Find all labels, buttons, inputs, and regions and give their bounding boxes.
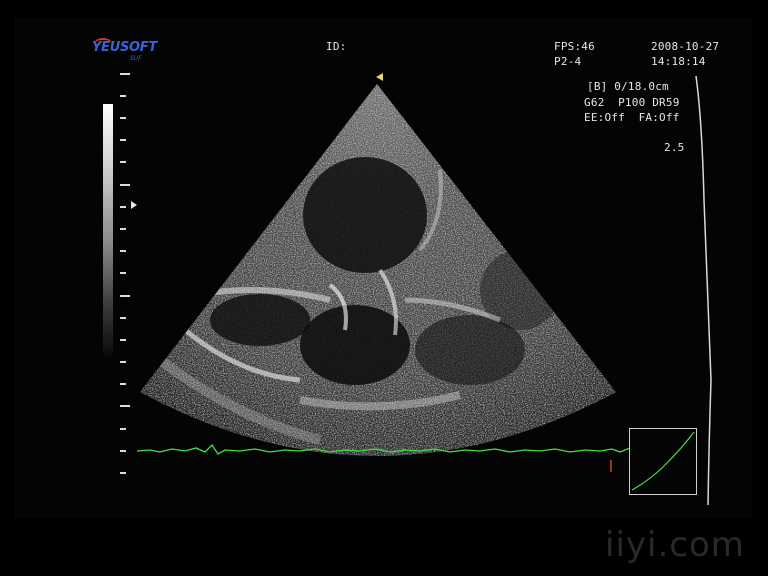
depth-tick [120, 317, 126, 319]
depth-tick [120, 250, 126, 252]
fps-readout: FPS:46 [554, 40, 595, 53]
exam-date: 2008-10-27 [651, 40, 720, 53]
gain-power-dr-readout: G62 P100 DR59 [584, 96, 680, 109]
depth-tick [120, 339, 126, 341]
patient-id-label: ID: [326, 40, 347, 53]
depth-tick [120, 184, 130, 186]
depth-tick [120, 383, 126, 385]
grayscale-bar [103, 104, 113, 356]
depth-tick [120, 295, 130, 297]
depth-tick [120, 117, 126, 119]
gray-map-box [629, 428, 697, 495]
exam-time: 14:18:14 [651, 55, 706, 68]
depth-tick [120, 139, 126, 141]
mode-depth-readout: [B] 0/18.0cm [587, 80, 669, 93]
focus-value: 2.5 [664, 141, 685, 154]
depth-tick [120, 405, 130, 407]
depth-tick [120, 95, 126, 97]
depth-tick [120, 272, 126, 274]
ultrasound-sector [140, 84, 616, 456]
probe-name: P2-4 [554, 55, 582, 68]
depth-tick [120, 228, 126, 230]
right-scale-line [695, 75, 712, 506]
manufacturer-logo: YEUSOFT SUF [92, 38, 172, 68]
logo-subtext: SUF [130, 55, 142, 62]
triangle-marker-icon [376, 73, 383, 81]
ultrasound-screen: YEUSOFT SUF ID: FPS:46 P2-4 2008-10-27 1… [0, 0, 768, 576]
depth-tick [120, 428, 126, 430]
ee-fa-readout: EE:Off FA:Off [584, 111, 680, 124]
depth-tick [120, 361, 126, 363]
depth-tick [120, 161, 126, 163]
depth-tick [120, 450, 126, 452]
depth-tick [120, 73, 130, 75]
watermark: iiyi.com [605, 525, 745, 565]
logo-text: YEUSOFT [92, 40, 157, 55]
triangle-pointer-icon [131, 201, 137, 209]
depth-tick [120, 206, 126, 208]
depth-tick [120, 472, 126, 474]
